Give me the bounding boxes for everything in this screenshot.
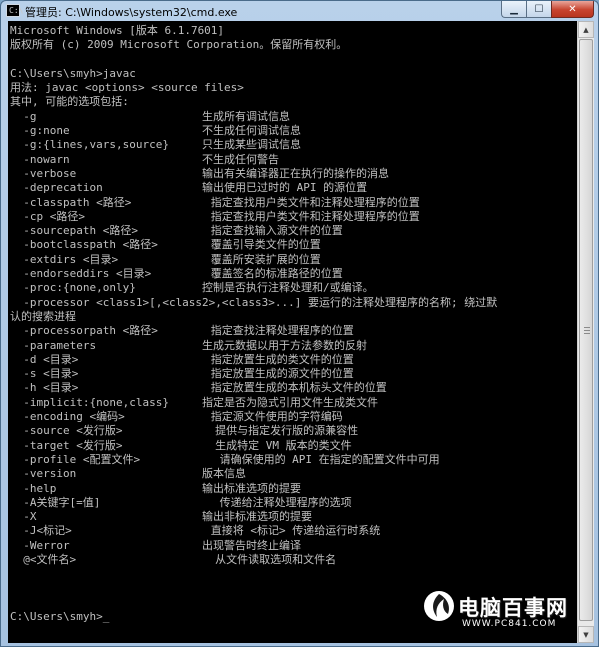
console-line: 版权所有 (c) 2009 Microsoft Corporation。保留所有… — [10, 38, 348, 52]
console-lines: Microsoft Windows [版本 6.1.7601] 版权所有 (c)… — [10, 24, 497, 623]
console-line: -s <目录> 指定放置生成的源文件的位置 — [10, 367, 354, 381]
console-line: -A关键字[=值] 传递给注释处理程序的选项 — [10, 495, 352, 509]
vertical-scrollbar[interactable]: ▲ ▼ — [577, 21, 594, 643]
console-line: -encoding <编码> 指定源文件使用的字符编码 — [10, 410, 343, 424]
console-line: -proc:{none,only} 控制是否执行注释处理和/或编译。 — [10, 281, 374, 295]
console-line: -g 生成所有调试信息 — [10, 109, 291, 123]
console-line: -d <目录> 指定放置生成的类文件的位置 — [10, 352, 354, 366]
console-line: Microsoft Windows [版本 6.1.7601] — [10, 24, 225, 37]
console-line: -Werror 出现警告时终止编译 — [10, 538, 302, 552]
console-line: -bootclasspath <路径> 覆盖引导类文件的位置 — [10, 238, 321, 252]
pc841-logo-icon — [424, 591, 454, 621]
arrow-up-icon: ▲ — [583, 25, 589, 34]
close-icon: ✕ — [568, 3, 577, 15]
console-line: -sourcepath <路径> 指定查找输入源文件的位置 — [10, 224, 343, 238]
maximize-icon: ☐ — [534, 3, 544, 15]
console-line: -extdirs <目录> 覆盖所安装扩展的位置 — [10, 252, 321, 266]
console-line: -classpath <路径> 指定查找用户类文件和注释处理程序的位置 — [10, 195, 420, 209]
console-line: C:\Users\smyh>javac — [10, 66, 136, 80]
scroll-up-button[interactable]: ▲ — [578, 21, 594, 38]
title-bar[interactable]: C:\ 管理员: C:\Windows\system32\cmd.exe ▁ ☐… — [1, 1, 598, 21]
console-line: -h <目录> 指定放置生成的本机标头文件的位置 — [10, 381, 387, 395]
console-line: -deprecation 输出使用已过时的 API 的源位置 — [10, 181, 368, 195]
console-line: -nowarn 不生成任何警告 — [10, 152, 280, 166]
console-line: -help 输出标准选项的提要 — [10, 481, 302, 495]
minimize-icon: ▁ — [510, 3, 518, 15]
console-line: -processor <class1>[,<class2>,<class3>..… — [10, 295, 498, 309]
site-watermark: 电脑百事网 WWW.PC841.COM — [422, 589, 594, 633]
window-controls: ▁ ☐ ✕ — [501, 1, 594, 19]
minimize-button[interactable]: ▁ — [501, 1, 526, 18]
scroll-thumb[interactable] — [579, 39, 593, 621]
console-line: -verbose 输出有关编译器正在执行的操作的消息 — [10, 166, 390, 180]
console-line: -X 输出非标准选项的提要 — [10, 510, 313, 524]
console-line: -g:none 不生成任何调试信息 — [10, 124, 302, 138]
window-title: 管理员: C:\Windows\system32\cmd.exe — [25, 6, 238, 19]
watermark-url: WWW.PC841.COM — [462, 619, 557, 629]
console-line: -parameters 生成元数据以用于方法参数的反射 — [10, 338, 368, 352]
console-line: -J<标记> 直接将 <标记> 传递给运行时系统 — [10, 524, 381, 538]
watermark-title: 电脑百事网 — [458, 596, 568, 620]
console-line: -profile <配置文件> 请确保使用的 API 在指定的配置文件中可用 — [10, 452, 440, 466]
console-line: -implicit:{none,class} 指定是否为隐式引用文件生成类文件 — [10, 395, 379, 409]
cmd-window: C:\ 管理员: C:\Windows\system32\cmd.exe ▁ ☐… — [0, 0, 599, 647]
console-line: -cp <路径> 指定查找用户类文件和注释处理程序的位置 — [10, 209, 420, 223]
console-line: -version 版本信息 — [10, 467, 247, 481]
text-cursor: _ — [102, 610, 110, 624]
console-line: -processorpath <路径> 指定查找注释处理程序的位置 — [10, 324, 354, 338]
close-button[interactable]: ✕ — [551, 1, 594, 18]
console-line: 认的搜索进程 — [10, 309, 76, 323]
grip-line-icon — [584, 330, 590, 331]
cmd-icon[interactable]: C:\ — [6, 4, 24, 17]
console-line: C:\Users\smyh> — [10, 610, 103, 624]
console-output: Microsoft Windows [版本 6.1.7601] 版权所有 (c)… — [8, 21, 577, 624]
console-line: -g:{lines,vars,source} 只生成某些调试信息 — [10, 138, 302, 152]
console-area[interactable]: Microsoft Windows [版本 6.1.7601] 版权所有 (c)… — [8, 21, 577, 643]
maximize-button[interactable]: ☐ — [526, 1, 551, 18]
cmd-icon-text: C:\ — [9, 6, 24, 15]
grip-line-icon — [584, 327, 590, 328]
grip-line-icon — [584, 333, 590, 334]
console-line: 其中, 可能的选项包括: — [10, 95, 129, 109]
console-line: -source <发行版> 提供与指定发行版的源兼容性 — [10, 424, 359, 438]
console-line: @<文件名> 从文件读取选项和文件名 — [10, 552, 337, 566]
console-line: 用法: javac <options> <source files> — [10, 81, 244, 95]
console-line: -target <发行版> 生成特定 VM 版本的类文件 — [10, 438, 352, 452]
console-line: -endorseddirs <目录> 覆盖签名的标准路径的位置 — [10, 267, 343, 281]
